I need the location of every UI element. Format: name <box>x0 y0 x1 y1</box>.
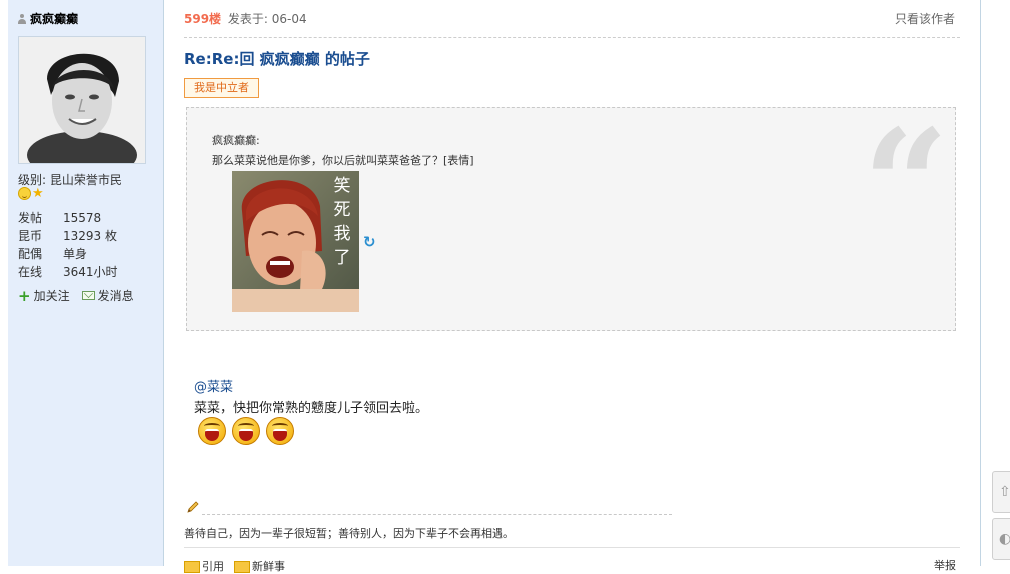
floor-number: 599楼 <box>184 12 222 26</box>
reply-text: 菜菜，快把你常熟的戆度儿子领回去啦。 <box>194 401 429 416</box>
stat-row: 在线 3641小时 <box>18 263 118 281</box>
quote-text: 那么菜菜说他是你爹，你以后就叫菜菜爸爸了？[表情] <box>212 154 474 167</box>
image-caption-char: 我 <box>334 224 351 244</box>
post-header: 599楼 发表于: 06-04 只看该作者 <box>184 10 960 38</box>
username-text[interactable]: 疯疯癫癫 <box>30 10 78 27</box>
back-to-top-button[interactable]: ⇧ <box>992 471 1010 513</box>
star-medal-icon: ★ <box>32 186 44 201</box>
emoji-row <box>198 417 294 445</box>
laughing-emoji-icon <box>266 417 294 445</box>
image-caption-char: 死 <box>334 200 351 220</box>
quote-image[interactable]: 笑 死 我 了 <box>232 171 359 312</box>
stat-label: 在线 <box>18 265 43 279</box>
signature: 善待自己，因为一辈子很短暂；善待别人，因为下辈子不会再相遇。 <box>184 527 514 540</box>
stat-label: 发帖 <box>18 211 43 225</box>
image-caption-char: 了 <box>334 248 351 268</box>
stat-row: 昆币 13293 枚 <box>18 227 118 245</box>
customer-service-button[interactable]: ◐ <box>992 518 1010 560</box>
follow-label[interactable]: 加关注 <box>34 287 70 304</box>
laughing-emoji-icon <box>232 417 260 445</box>
quote-author: 疯疯癫癫: <box>212 134 260 147</box>
return-icon[interactable]: ↻ <box>363 233 376 251</box>
stat-label: 昆币 <box>18 229 43 243</box>
image-caption-char: 笑 <box>334 176 351 196</box>
stat-value: 单身 <box>63 247 88 261</box>
avatar[interactable] <box>18 36 146 164</box>
laughing-emoji-icon <box>198 417 226 445</box>
stat-value: 13293 枚 <box>63 229 117 243</box>
send-message-label[interactable]: 发消息 <box>98 287 134 304</box>
footer-divider <box>184 547 960 548</box>
mention-link[interactable]: @菜菜 <box>194 376 233 395</box>
up-arrow-icon: ⇧ <box>999 484 1010 500</box>
mail-icon <box>81 291 95 300</box>
post-title: Re:Re:回 疯疯癫癫 的帖子 <box>184 50 370 68</box>
user-sidebar: 疯疯癫癫 级别: 昆山荣誉市民 ★ 发帖 15578 昆币 13293 枚 配偶 <box>8 0 164 566</box>
folder-icon <box>234 561 250 573</box>
signature-divider <box>202 514 672 515</box>
post-footer: 引用 新鲜事 <box>184 558 285 574</box>
only-author-link[interactable]: 只看该作者 <box>895 10 955 27</box>
user-icon <box>18 13 26 24</box>
user-actions: + 加关注 发消息 <box>18 287 134 304</box>
headset-icon: ◐ <box>999 531 1010 547</box>
quote-mark-icon: “ <box>862 97 949 273</box>
send-message-button[interactable]: 发消息 <box>81 287 134 304</box>
new-stuff-button[interactable]: 新鲜事 <box>234 558 285 574</box>
report-link[interactable]: 举报 <box>934 557 956 573</box>
quote-icon <box>184 561 200 573</box>
username[interactable]: 疯疯癫癫 <box>18 10 78 27</box>
content-border <box>980 0 981 566</box>
quote-button[interactable]: 引用 <box>184 558 224 574</box>
neutral-badge: 我是中立者 <box>184 78 259 98</box>
stat-label: 配偶 <box>18 247 43 261</box>
follow-button[interactable]: + 加关注 <box>18 287 70 304</box>
user-stats: 发帖 15578 昆币 13293 枚 配偶 单身 在线 3641小时 <box>18 209 118 281</box>
pencil-icon <box>187 501 199 513</box>
posted-time: 发表于: 06-04 <box>227 12 307 26</box>
quote-button-label[interactable]: 引用 <box>202 560 224 573</box>
new-stuff-label[interactable]: 新鲜事 <box>252 560 285 573</box>
stat-row: 配偶 单身 <box>18 245 118 263</box>
smile-medal-icon <box>18 187 31 200</box>
stat-value: 3641小时 <box>63 265 118 279</box>
stat-value: 15578 <box>63 211 102 225</box>
quote-block: “ 疯疯癫癫: 那么菜菜说他是你爹，你以后就叫菜菜爸爸了？[表情] 笑 死 我 … <box>186 107 956 331</box>
plus-icon: + <box>18 286 31 305</box>
stat-row: 发帖 15578 <box>18 209 118 227</box>
medals: ★ <box>18 187 44 200</box>
